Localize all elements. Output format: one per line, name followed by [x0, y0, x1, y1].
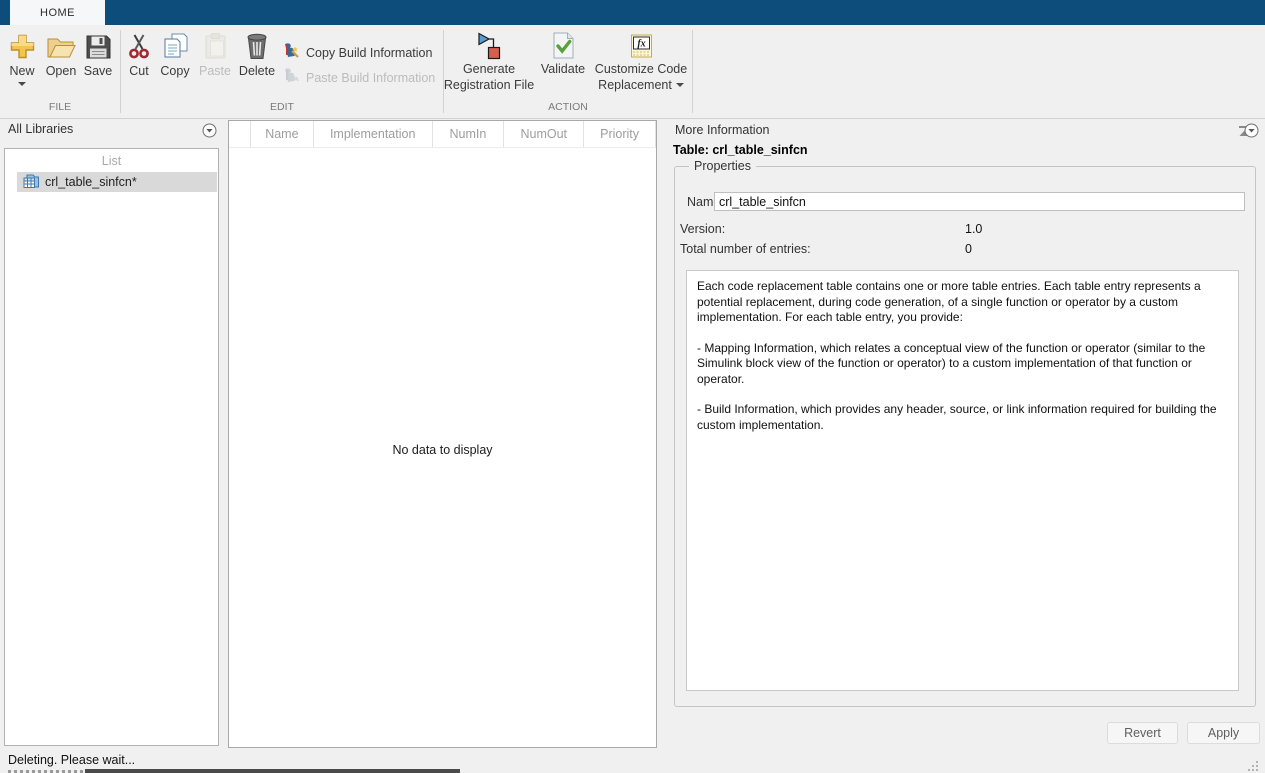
open-button-label: Open: [45, 64, 77, 78]
table-name-input[interactable]: [714, 192, 1245, 211]
delete-button[interactable]: Delete: [236, 30, 278, 78]
validate-button-label: Validate: [540, 62, 586, 76]
list-item-crl-table-sinfcn[interactable]: crl_table_sinfcn*: [17, 172, 217, 192]
copy-build-information-button[interactable]: Copy Build Information: [283, 42, 433, 64]
cut-button-label: Cut: [129, 64, 149, 78]
generate-registration-file-label-line1: Generate: [462, 62, 516, 76]
list-item-label: crl_table_sinfcn*: [45, 175, 137, 189]
column-header-numout[interactable]: NumOut: [504, 121, 585, 147]
description-paragraph: - Mapping Information, which relates a c…: [697, 340, 1206, 386]
copy-build-information-icon: [283, 42, 300, 64]
generate-registration-file-icon: [476, 30, 503, 60]
new-button[interactable]: New: [4, 30, 40, 86]
toolbar: New Open Save Cut Copy Paste Delete Copy…: [0, 25, 1265, 136]
paste-button-label: Paste: [199, 64, 231, 78]
table-description: Each code replacement table contains one…: [686, 270, 1239, 691]
customize-code-replacement-label-line2: Replacement: [598, 78, 672, 92]
total-entries-value: 0: [965, 242, 972, 256]
libraries-listbox[interactable]: List crl_table_sinfcn*: [4, 148, 219, 746]
status-message: Deleting. Please wait...: [8, 753, 136, 767]
delete-button-label: Delete: [238, 64, 276, 78]
column-header-numin[interactable]: NumIn: [433, 121, 505, 147]
new-menu-caret[interactable]: [18, 82, 26, 86]
description-paragraph: - Build Information, which provides any …: [697, 402, 1217, 432]
new-button-label: New: [9, 64, 35, 78]
copy-button-label: Copy: [160, 64, 190, 78]
library-icon: [23, 174, 39, 191]
table-heading: Table: crl_table_sinfcn: [673, 143, 808, 157]
ribbon-tabstrip: HOME: [0, 0, 1265, 25]
revert-button[interactable]: Revert: [1107, 722, 1178, 744]
tab-home[interactable]: HOME: [10, 0, 105, 25]
description-paragraph: Each code replacement table contains one…: [697, 279, 1201, 324]
validate-button[interactable]: Validate: [538, 30, 588, 76]
column-header-gutter: [229, 121, 251, 147]
copy-build-information-label: Copy Build Information: [306, 46, 433, 60]
properties-groupbox: Properties Name: Version: 1.0 Total numb…: [674, 159, 1256, 707]
column-header-name[interactable]: Name: [251, 121, 314, 147]
paste-build-information-label: Paste Build Information: [306, 71, 436, 85]
paste-build-information-icon: [283, 67, 300, 89]
total-entries-label: Total number of entries:: [680, 242, 811, 256]
all-libraries-title: All Libraries: [8, 122, 74, 136]
generate-registration-file-button[interactable]: Generate Registration File: [443, 30, 535, 92]
customize-code-replacement-icon: fx: [629, 30, 654, 60]
new-icon: [9, 30, 36, 60]
column-header-priority[interactable]: Priority: [584, 121, 656, 147]
save-button[interactable]: Save: [80, 30, 116, 78]
column-header-implementation[interactable]: Implementation: [314, 121, 433, 147]
entries-table-header: Name Implementation NumIn NumOut Priorit…: [229, 121, 656, 148]
more-information-title: More Information: [675, 123, 770, 137]
save-icon: [85, 30, 111, 60]
version-value: 1.0: [965, 222, 983, 236]
paste-icon: [203, 30, 228, 60]
generate-registration-file-label-line2: Registration File: [443, 78, 535, 92]
empty-table-message: No data to display: [392, 443, 493, 457]
list-column-header: List: [101, 154, 122, 168]
resize-grip-icon[interactable]: [1248, 759, 1259, 773]
edit-group-label: EDIT: [270, 101, 294, 113]
copy-button[interactable]: Copy: [156, 30, 194, 78]
delete-icon: [245, 30, 269, 60]
apply-button[interactable]: Apply: [1187, 722, 1260, 744]
copy-icon: [162, 30, 189, 60]
customize-menu-caret[interactable]: [675, 83, 684, 87]
paste-build-information-button[interactable]: Paste Build Information: [283, 67, 436, 89]
version-label: Version:: [680, 222, 726, 236]
code-replacement-tool-window: HOME New Open Save Cut Copy Paste Delete…: [0, 0, 1265, 773]
paste-button[interactable]: Paste: [196, 30, 234, 78]
svg-text:fx: fx: [637, 39, 645, 50]
file-group-label: FILE: [48, 101, 72, 113]
save-button-label: Save: [83, 64, 113, 78]
cut-button[interactable]: Cut: [124, 30, 154, 78]
open-button[interactable]: Open: [42, 30, 80, 78]
entries-table[interactable]: Name Implementation NumIn NumOut Priorit…: [228, 120, 657, 748]
validate-icon: [552, 30, 575, 60]
customize-code-replacement-label-line1: Customize Code: [594, 62, 688, 76]
more-information-menu-icon[interactable]: [1244, 123, 1259, 138]
open-icon: [46, 30, 77, 60]
background-window-edge: [85, 769, 460, 773]
action-group-label: ACTION: [548, 101, 588, 113]
customize-code-replacement-button[interactable]: fx Customize Code Replacement: [592, 30, 690, 92]
cut-icon: [128, 30, 150, 60]
properties-legend: Properties: [689, 159, 756, 173]
group-separator: [692, 30, 693, 113]
all-libraries-menu-icon[interactable]: [202, 123, 217, 138]
